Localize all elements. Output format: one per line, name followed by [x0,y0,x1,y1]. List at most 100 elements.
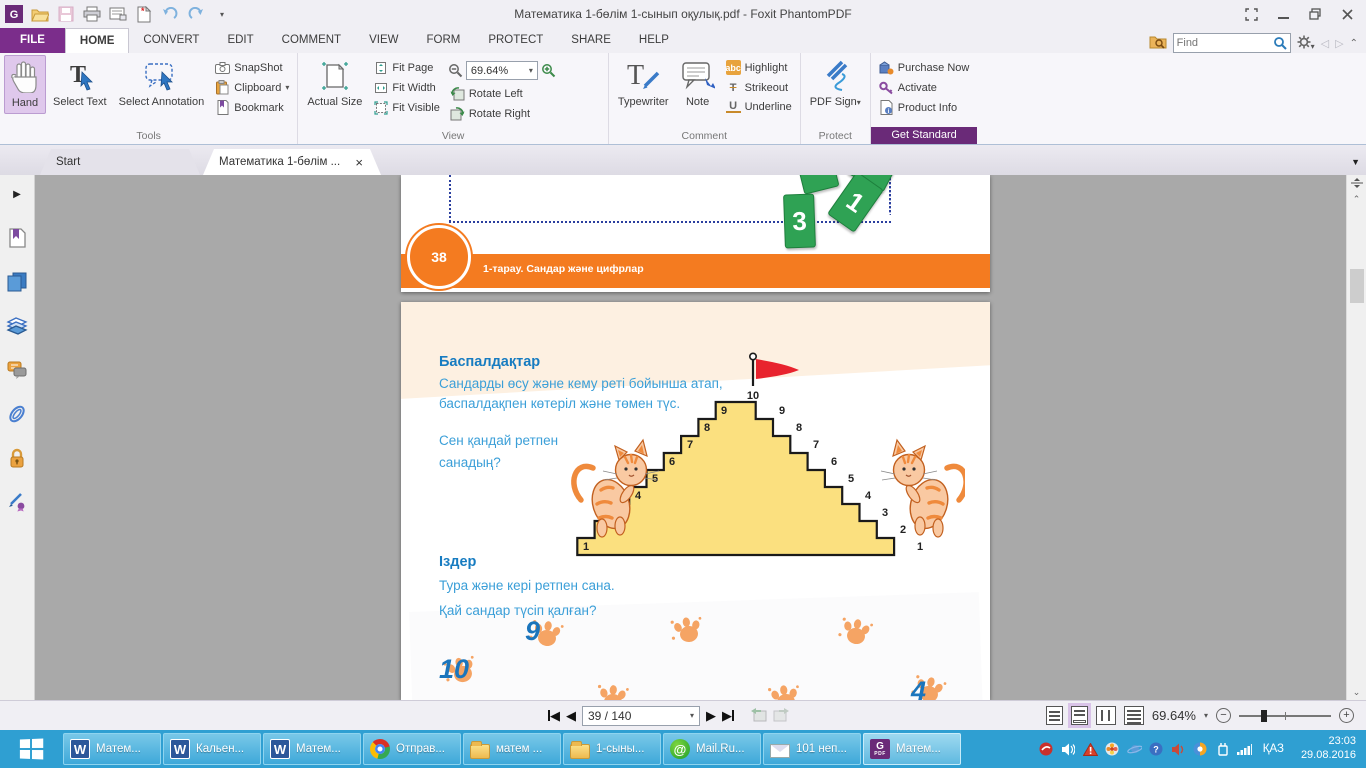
find-next-icon[interactable]: ▷ [1335,37,1343,50]
tab-file[interactable]: FILE [0,28,65,53]
doc-tab-current[interactable]: Математика 1-бөлім ... × [203,149,381,175]
zoom-slider-thumb[interactable] [1261,709,1267,722]
close-icon[interactable] [1332,3,1362,25]
collapse-ribbon-icon[interactable]: ⌃ [1350,38,1358,49]
tray-app-icon-flower[interactable] [1105,742,1120,757]
tab-help[interactable]: HELP [625,28,683,53]
network-signal-icon[interactable] [1236,742,1252,757]
attachments-panel-icon[interactable] [6,403,28,425]
document-area[interactable]: 3 1 38 1-тарау. Сандар және цифрлар Басп… [35,175,1346,700]
restore-icon[interactable] [1300,3,1330,25]
zoom-out-icon[interactable] [448,63,463,78]
fullscreen-icon[interactable] [1236,3,1266,25]
single-page-view-icon[interactable] [1045,706,1063,725]
previous-page-button[interactable]: ◀ [566,708,576,724]
highlight-button[interactable]: abc Highlight [722,59,796,76]
taskbar-button-mail[interactable]: 101 неп... [763,733,861,765]
bookmarks-panel-icon[interactable] [6,227,28,249]
zoom-in-icon[interactable] [541,63,556,78]
tab-home[interactable]: HOME [64,28,130,53]
pdf-sign-button[interactable]: PDF Sign▾ [805,55,866,112]
warning-icon[interactable] [1082,742,1098,757]
tab-form[interactable]: FORM [412,28,474,53]
scroll-down-icon[interactable]: ⌄ [1347,684,1366,700]
rotate-left-button[interactable]: Rotate Left [446,85,604,102]
taskbar-button-word-3[interactable]: W Матем... [263,733,361,765]
open-file-icon[interactable] [30,4,50,24]
tab-comment[interactable]: COMMENT [268,28,355,53]
taskbar-button-folder-1[interactable]: матем ... [463,733,561,765]
scroll-up-icon[interactable]: ⌃ [1347,191,1366,207]
continuous-facing-view-icon[interactable] [1123,706,1144,725]
tab-share[interactable]: SHARE [557,28,625,53]
tab-convert[interactable]: CONVERT [129,28,213,53]
hand-tool-button[interactable]: Hand [4,55,46,115]
note-button[interactable]: Note [676,55,720,112]
minimize-icon[interactable] [1268,3,1298,25]
activate-button[interactable]: Activate [875,79,974,96]
taskbar-button-word-2[interactable]: W Кальен... [163,733,261,765]
email-icon[interactable] [108,4,128,24]
underline-button[interactable]: U Underline [722,99,796,114]
tab-view[interactable]: VIEW [355,28,412,53]
last-page-button[interactable]: ▶ [722,708,734,724]
start-button[interactable] [0,730,62,768]
signature-panel-icon[interactable] [6,491,28,513]
save-icon[interactable] [56,4,76,24]
continuous-view-icon[interactable] [1067,703,1091,728]
zoom-level-combobox[interactable]: 69.64% ▾ [465,61,538,80]
first-page-button[interactable]: ◀ [548,708,560,724]
taskbar-button-foxit-active[interactable]: G PDF Матем... [863,733,961,765]
fit-width-button[interactable]: Fit Width [369,79,443,96]
taskbar-button-chrome[interactable]: Отправ... [363,733,461,765]
find-previous-icon[interactable]: ◁ [1321,37,1329,50]
pages-panel-icon[interactable] [6,271,28,293]
taskbar-button-mailru[interactable]: @ Mail.Ru... [663,733,761,765]
zoom-dropdown-icon[interactable]: ▾ [1204,711,1208,720]
tab-list-dropdown-icon[interactable]: ▼ [1351,157,1360,167]
tray-app-icon-planet[interactable] [1126,742,1142,757]
previous-view-icon[interactable] [750,707,767,725]
zoom-slider[interactable] [1239,709,1331,722]
expand-panel-icon[interactable]: ▶ [6,183,28,205]
bookmark-button[interactable]: Bookmark [211,99,293,116]
search-folder-icon[interactable] [1149,34,1167,52]
strikeout-button[interactable]: T Strikeout [722,79,796,96]
tab-protect[interactable]: PROTECT [474,28,557,53]
print-icon[interactable] [82,4,102,24]
comments-panel-icon[interactable] [6,359,28,381]
find-input[interactable] [1176,37,1273,49]
customize-toolbar-icon[interactable]: ▾ [212,4,232,24]
rotate-right-button[interactable]: Rotate Right [446,105,604,122]
facing-view-icon[interactable] [1095,706,1116,725]
tray-app-icon-red[interactable] [1039,742,1054,757]
doc-tab-close-icon[interactable]: × [353,155,365,170]
product-info-button[interactable]: i Product Info [875,99,974,116]
fit-page-button[interactable]: Fit Page [369,59,443,76]
search-icon[interactable] [1273,36,1287,50]
taskbar-clock[interactable]: 23:03 29.08.2016 [1295,735,1356,763]
get-standard-label[interactable]: Get Standard [870,127,978,144]
purchase-now-button[interactable]: Purchase Now [875,59,974,76]
volume-icon[interactable] [1061,742,1076,757]
next-page-button[interactable]: ▶ [706,708,716,724]
tray-app-icon-globe[interactable] [1193,742,1208,757]
tray-app-icon-helper[interactable]: ? [1149,742,1164,757]
actual-size-button[interactable]: Actual Size [302,55,367,112]
typewriter-button[interactable]: T Typewriter [613,55,674,112]
taskbar-button-folder-2[interactable]: 1-сыны... [563,733,661,765]
snapshot-button[interactable]: SnapShot [211,59,293,76]
power-plug-icon[interactable] [1215,742,1230,757]
undo-icon[interactable] [160,4,180,24]
scrollbar-track[interactable] [1347,207,1366,684]
tab-edit[interactable]: EDIT [213,28,267,53]
scrollbar-thumb[interactable] [1350,269,1364,303]
next-view-icon[interactable] [773,707,790,725]
redo-icon[interactable] [186,4,206,24]
page-number-box[interactable]: 39 / 140 ▾ [582,705,700,726]
foxit-logo-icon[interactable]: G [4,4,24,24]
doc-tab-start[interactable]: Start [40,149,200,175]
language-indicator[interactable]: ҚАЗ [1259,743,1288,755]
clipboard-button[interactable]: Clipboard ▾ [211,79,293,96]
find-settings-gear-icon[interactable]: ▾ [1297,35,1315,52]
